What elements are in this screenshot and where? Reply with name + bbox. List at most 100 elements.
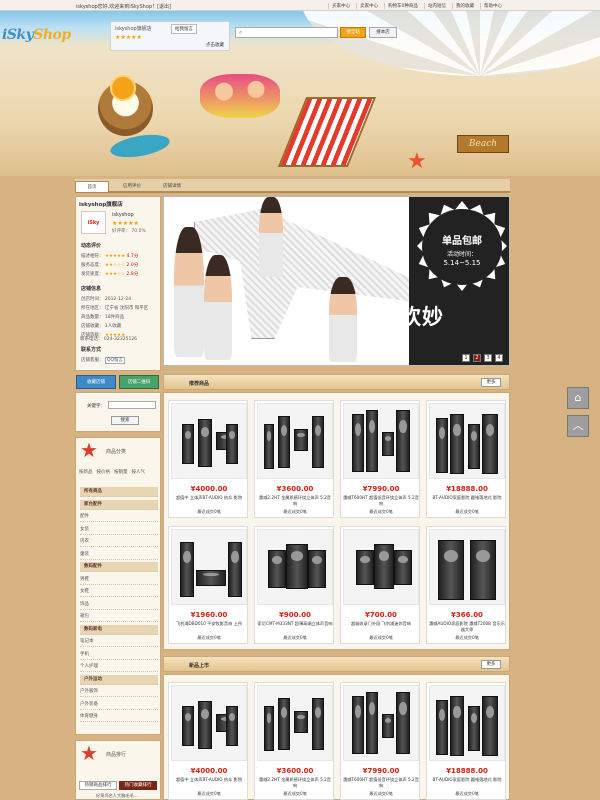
product-name[interactable]: 超级收录门外段 飞利浦迷你音响	[343, 621, 419, 633]
product-image[interactable]	[257, 403, 333, 479]
product-name[interactable]: 惠威AUDIO家庭影院 惠威T200B 音乐乐器大师	[429, 621, 505, 633]
product-name[interactable]: BT-AUDIO家庭影院 圆锥落地式 影院	[429, 777, 505, 789]
category-item[interactable]: 户外装备	[80, 700, 158, 710]
leave-message-button[interactable]: 给我留言	[171, 24, 197, 34]
category-item[interactable]: 箱包	[80, 612, 158, 622]
product-sold: 最近成交0笔	[369, 635, 393, 640]
collect-store-button[interactable]: 收藏店铺	[76, 375, 116, 389]
back-to-top-icon[interactable]: ︿	[567, 415, 589, 437]
sort-sales[interactable]: 按销量	[114, 469, 128, 475]
promo-banner[interactable]: 单品包邮 活动时间： 5.14~5.15 欢欢妙履 1 2 3 4	[163, 196, 510, 366]
product-card[interactable]: ¥7990.00 惠威T600HT 超值低音环绕立体声 5.2音响 最近成交0笔	[340, 682, 420, 800]
sort-price[interactable]: 按价格	[97, 469, 111, 475]
product-name[interactable]: BT-AUDIO家庭影院 圆锥落地式 影院	[429, 495, 505, 507]
product-image[interactable]	[429, 403, 505, 479]
shop-stars: ★★★★★	[112, 220, 139, 227]
category-item[interactable]: 女装	[80, 525, 158, 535]
product-price: ¥3600.00	[276, 485, 314, 493]
store-search-button[interactable]: 搜索	[111, 416, 139, 425]
category-item[interactable]: 体育健身	[80, 712, 158, 722]
tab-hot-collect[interactable]: 热门收藏排行	[119, 781, 157, 790]
product-card[interactable]: ¥900.00 索尼CMT-M333NT 超薄高端立体声音响 最近成交0笔	[254, 526, 334, 644]
category-item[interactable]: 笔记本	[80, 637, 158, 647]
product-image[interactable]	[429, 529, 505, 605]
product-card[interactable]: ¥4000.00 超值中 立体声BT-AUDIO 热众 影院 最近成交0笔	[168, 682, 248, 800]
link-help[interactable]: 帮助中心	[480, 3, 505, 9]
link-favorites[interactable]: 我的收藏	[452, 3, 477, 9]
page-button[interactable]: 3	[484, 354, 492, 362]
sort-popular[interactable]: 按人气	[132, 469, 146, 475]
product-name[interactable]: 索尼CMT-M333NT 超薄高端立体声音响	[257, 621, 333, 633]
product-sold: 最近成交0笔	[283, 509, 307, 514]
category-group[interactable]: 数码配件	[80, 562, 158, 572]
link-cart[interactable]: 购物车0种商品	[384, 3, 421, 9]
shop-info-panel: iskyshop旗舰店 iSky iskyshop ★★★★★ 好评率： 70.…	[75, 196, 161, 371]
category-item[interactable]: 男鞋	[80, 575, 158, 585]
category-item[interactable]: 饰品	[80, 600, 158, 610]
beach-sign: Beach	[457, 135, 509, 153]
product-image[interactable]	[343, 685, 419, 761]
category-group[interactable]: 所有商品	[80, 487, 158, 497]
category-item[interactable]: 户外服饰	[80, 687, 158, 697]
product-card[interactable]: ¥700.00 超级收录门外段 飞利浦迷你音响 最近成交0笔	[340, 526, 420, 644]
product-name[interactable]: 飞利浦DBD010 平安牧影音响 上所	[171, 621, 247, 633]
product-card[interactable]: ¥7990.00 惠威T600HT 超值低音环绕立体声 5.2音响 最近成交0笔	[340, 400, 420, 518]
more-button[interactable]: 更多	[481, 660, 501, 669]
qq-message-button[interactable]: QQ留言	[104, 357, 126, 364]
product-card[interactable]: ¥3600.00 惠威2.2HT 金属质感环绕立体声 5.2音响 最近成交0笔	[254, 682, 334, 800]
category-item[interactable]: 内衣	[80, 537, 158, 547]
product-name[interactable]: 惠威T600HT 超值低音环绕立体声 5.2音响	[343, 495, 419, 507]
tab-hot-sales[interactable]: 热销商品排行	[79, 781, 117, 790]
collect-store-link[interactable]: 点击收藏	[206, 42, 224, 48]
product-image[interactable]	[171, 529, 247, 605]
category-item[interactable]: 女鞋	[80, 587, 158, 597]
product-image[interactable]	[171, 403, 247, 479]
product-card[interactable]: ¥1960.00 飞利浦DBD010 平安牧影音响 上所 最近成交0笔	[168, 526, 248, 644]
category-item[interactable]: 童装	[80, 550, 158, 560]
search-site-button[interactable]: 搜全站	[340, 27, 366, 38]
product-name[interactable]: 惠威T600HT 超值低音环绕立体声 5.2音响	[343, 777, 419, 789]
store-qrcode-button[interactable]: 店铺二维码	[119, 375, 159, 389]
product-image[interactable]	[429, 685, 505, 761]
product-image[interactable]	[171, 685, 247, 761]
page-button[interactable]: 1	[462, 354, 470, 362]
category-group[interactable]: 家台配件	[80, 499, 158, 510]
category-item[interactable]: 配件	[80, 512, 158, 522]
site-logo[interactable]: iSkyShop	[2, 27, 71, 43]
product-card[interactable]: ¥366.00 惠威AUDIO家庭影院 惠威T200B 音乐乐器大师 最近成交0笔	[426, 526, 506, 644]
product-name[interactable]: 超值中 立体声BT-AUDIO 热众 影院	[171, 777, 247, 789]
category-group[interactable]: 数码家电	[80, 624, 158, 635]
speaker-shape	[468, 706, 480, 751]
link-buyer-center[interactable]: 买家中心	[328, 3, 353, 9]
keyword-input[interactable]	[108, 401, 156, 409]
product-name[interactable]: 惠威2.2HT 金属质感环绕立体声 5.2音响	[257, 495, 333, 507]
page-button-active[interactable]: 2	[473, 354, 481, 362]
product-card[interactable]: ¥4000.00 超值中 立体声BT-AUDIO 热众 影院 最近成交0笔	[168, 400, 248, 518]
speaker-shape	[436, 418, 448, 473]
category-group[interactable]: 户外运动	[80, 674, 158, 685]
product-card[interactable]: ¥18888.00 BT-AUDIO家庭影院 圆锥落地式 影院 最近成交0笔	[426, 682, 506, 800]
product-image[interactable]	[343, 529, 419, 605]
more-button[interactable]: 更多	[481, 378, 501, 387]
home-icon[interactable]: ⌂	[567, 387, 589, 409]
tab-home[interactable]: 首页	[75, 181, 109, 192]
search-store-button[interactable]: 搜本店	[369, 27, 397, 38]
ranking-item[interactable]: 好莱坞名人大腕毛毛...	[96, 793, 138, 799]
product-image[interactable]	[343, 403, 419, 479]
tab-store-details[interactable]: 店铺详情	[155, 181, 189, 192]
page-button[interactable]: 4	[495, 354, 503, 362]
link-messages[interactable]: 站内短信	[424, 3, 449, 9]
product-image[interactable]	[257, 685, 333, 761]
tab-credit[interactable]: 信用评价	[115, 181, 149, 192]
product-card[interactable]: ¥18888.00 BT-AUDIO家庭影院 圆锥落地式 影院 最近成交0笔	[426, 400, 506, 518]
category-item[interactable]: 手机	[80, 650, 158, 660]
shop-user[interactable]: iskyshop	[112, 212, 134, 218]
product-image[interactable]	[257, 529, 333, 605]
search-input[interactable]: ⌕	[235, 27, 338, 38]
sort-new[interactable]: 按新品	[79, 469, 93, 475]
link-seller-center[interactable]: 卖家中心	[356, 3, 381, 9]
product-name[interactable]: 惠威2.2HT 金属质感环绕立体声 5.2音响	[257, 777, 333, 789]
product-name[interactable]: 超值中 立体声BT-AUDIO 热众 影院	[171, 495, 247, 507]
category-item[interactable]: 个人护理	[80, 662, 158, 672]
product-card[interactable]: ¥3600.00 惠威2.2HT 金属质感环绕立体声 5.2音响最近成交0笔	[254, 400, 334, 518]
